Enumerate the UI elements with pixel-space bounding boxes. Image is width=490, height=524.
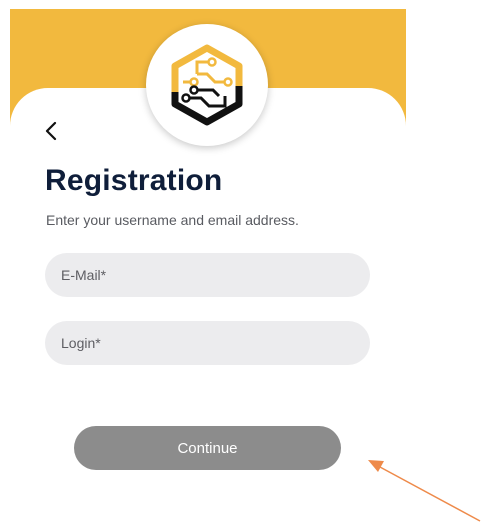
circuit-hexagon-icon — [171, 44, 243, 126]
page-subtitle: Enter your username and email address. — [46, 212, 299, 228]
continue-button[interactable]: Continue — [74, 426, 341, 470]
email-field[interactable] — [59, 266, 370, 284]
chevron-left-icon — [45, 121, 57, 141]
arrow-icon — [368, 460, 481, 522]
page-title: Registration — [45, 164, 223, 197]
login-field-container — [45, 321, 370, 365]
login-field[interactable] — [59, 334, 370, 352]
email-field-container — [45, 253, 370, 297]
back-button[interactable] — [36, 114, 66, 148]
app-logo — [146, 24, 268, 146]
registration-screen: Registration Enter your username and ema… — [0, 0, 490, 524]
